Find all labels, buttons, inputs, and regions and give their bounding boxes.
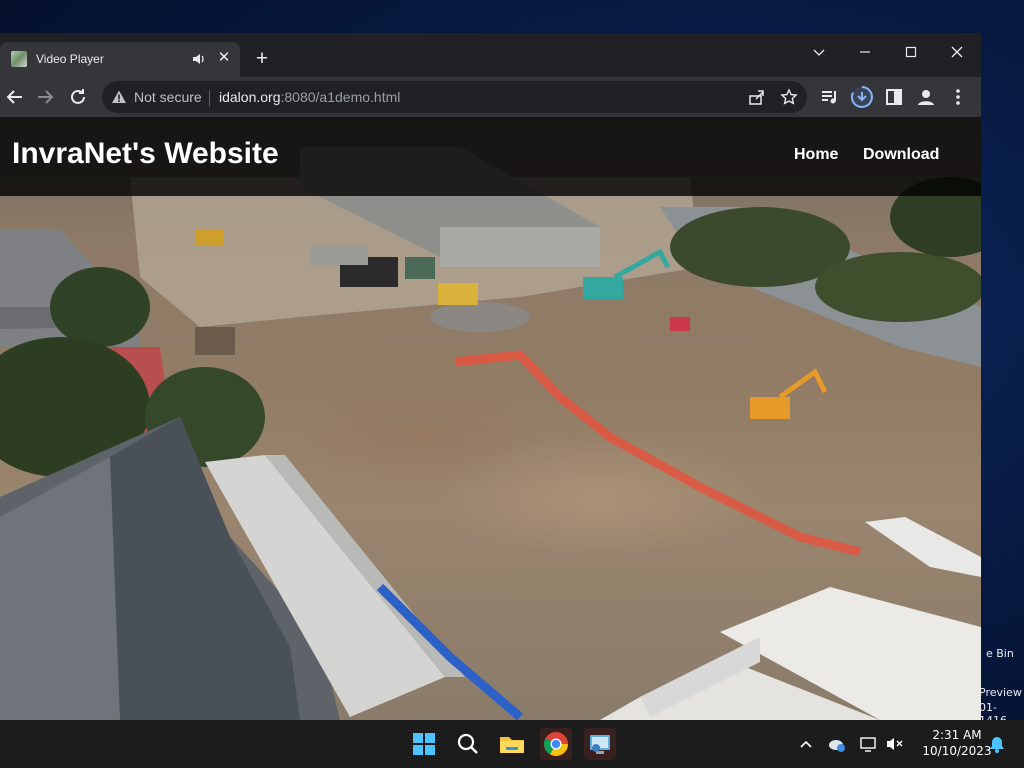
forward-arrow-icon[interactable] <box>33 85 57 109</box>
speaker-icon[interactable] <box>191 50 207 68</box>
profile-icon[interactable] <box>914 85 938 109</box>
desktop-preview-label: Preview <box>979 686 1022 699</box>
web-page: InvraNet's Website Home Download <box>0 117 981 720</box>
plus-icon[interactable]: + <box>250 47 274 71</box>
tab-strip: Video Player ✕ + <box>0 33 981 77</box>
media-control-icon[interactable] <box>818 85 842 109</box>
chevron-up-icon[interactable] <box>796 728 816 760</box>
download-icon[interactable] <box>850 85 874 109</box>
reload-icon[interactable] <box>66 85 90 109</box>
url-text[interactable]: idalon.org:8080/a1demo.html <box>219 89 400 105</box>
video-thumbnail-icon <box>11 51 27 67</box>
minimize-icon[interactable] <box>842 37 888 67</box>
omnibox-divider <box>209 90 210 106</box>
weather-icon[interactable] <box>826 728 848 760</box>
warning-triangle-icon[interactable] <box>111 89 127 110</box>
tab-search-icon[interactable] <box>796 37 842 67</box>
close-icon[interactable]: ✕ <box>214 48 234 68</box>
site-title: InvraNet's Website <box>12 137 279 170</box>
tab-title: Video Player <box>36 52 104 66</box>
system-clock[interactable]: 2:31 AM 10/10/2023 <box>918 727 996 759</box>
url-host: idalon.org <box>219 89 281 105</box>
nav-home-link[interactable]: Home <box>794 146 838 164</box>
taskbar: 2:31 AM 10/10/2023 <box>0 720 1024 768</box>
volume-muted-icon[interactable] <box>884 728 906 760</box>
video-frame[interactable] <box>0 117 981 720</box>
bell-icon[interactable] <box>986 728 1008 760</box>
side-panel-icon[interactable] <box>882 85 906 109</box>
windows-start-icon[interactable] <box>408 728 440 760</box>
desktop-recycle-bin-label[interactable]: e Bin <box>986 647 1014 660</box>
security-status[interactable]: Not secure <box>134 89 202 105</box>
remote-desktop-icon[interactable] <box>584 728 616 760</box>
star-icon[interactable] <box>780 88 798 106</box>
file-explorer-icon[interactable] <box>496 728 528 760</box>
nav-download-link[interactable]: Download <box>863 146 939 164</box>
clock-date: 10/10/2023 <box>922 744 992 758</box>
tab-video-player[interactable]: Video Player ✕ <box>0 42 240 77</box>
site-header: InvraNet's Website Home Download <box>0 117 981 196</box>
address-bar[interactable]: Not secure idalon.org:8080/a1demo.html <box>102 81 807 113</box>
browser-toolbar: Not secure idalon.org:8080/a1demo.html <box>0 77 981 117</box>
browser-window: Video Player ✕ + Not secure idalon.org:8… <box>0 33 981 720</box>
network-icon[interactable] <box>858 728 880 760</box>
maximize-icon[interactable] <box>888 37 934 67</box>
share-icon[interactable] <box>748 88 766 106</box>
back-arrow-icon[interactable] <box>3 85 27 109</box>
more-menu-icon[interactable] <box>946 85 970 109</box>
chrome-icon[interactable] <box>540 728 572 760</box>
clock-time: 2:31 AM <box>932 728 982 742</box>
close-icon[interactable] <box>934 37 980 67</box>
url-path: :8080/a1demo.html <box>280 89 401 105</box>
search-icon[interactable] <box>452 728 484 760</box>
